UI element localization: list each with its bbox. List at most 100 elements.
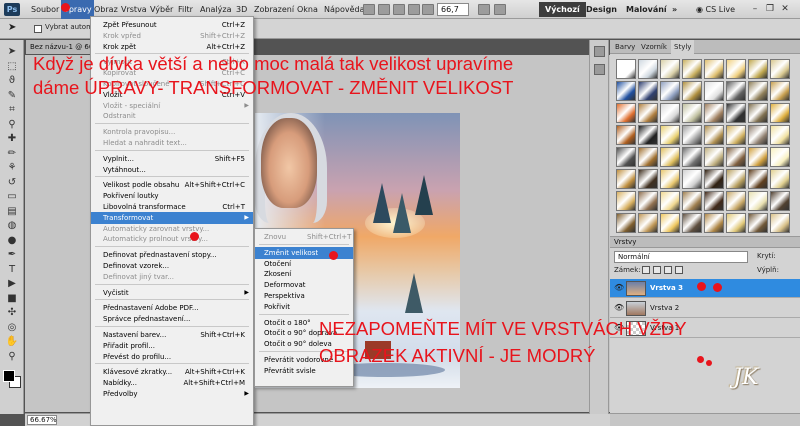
style-swatch[interactable] xyxy=(638,103,658,123)
style-swatch[interactable] xyxy=(704,147,724,167)
style-swatch[interactable] xyxy=(748,147,768,167)
style-swatch[interactable] xyxy=(660,191,680,211)
hand-icon[interactable] xyxy=(408,4,420,15)
style-swatch[interactable] xyxy=(638,125,658,145)
3d-rotate-icon[interactable]: ✣ xyxy=(5,307,19,319)
guides-icon[interactable] xyxy=(393,4,405,15)
style-swatch[interactable] xyxy=(726,169,746,189)
style-swatch[interactable] xyxy=(726,103,746,123)
style-swatch[interactable] xyxy=(726,213,746,233)
style-swatch[interactable] xyxy=(682,125,702,145)
move-tool-icon[interactable]: ➤ xyxy=(8,22,20,34)
style-swatch[interactable] xyxy=(682,81,702,101)
style-swatch[interactable] xyxy=(748,213,768,233)
visibility-eye-icon[interactable]: 👁 xyxy=(614,284,624,292)
layer-thumbnail[interactable] xyxy=(626,281,646,296)
style-swatch[interactable] xyxy=(616,169,636,189)
path-select-icon[interactable]: ▶ xyxy=(5,278,19,290)
style-swatch[interactable] xyxy=(704,213,724,233)
arrange-documents-icon[interactable] xyxy=(478,4,490,15)
dodge-tool-icon[interactable]: ● xyxy=(5,235,19,247)
marquee-tool-icon[interactable]: ⬚ xyxy=(5,61,19,73)
eyedropper-icon[interactable]: ⚲ xyxy=(5,119,19,131)
healing-brush-icon[interactable]: ✚ xyxy=(5,133,19,145)
tab-styly[interactable]: Styly xyxy=(671,40,695,54)
style-swatch[interactable] xyxy=(616,147,636,167)
style-swatch[interactable] xyxy=(726,125,746,145)
style-swatch[interactable] xyxy=(704,81,724,101)
style-swatch[interactable] xyxy=(726,59,746,79)
style-swatch[interactable] xyxy=(770,103,790,123)
style-swatch[interactable] xyxy=(704,169,724,189)
visibility-eye-icon[interactable]: 👁 xyxy=(614,304,624,312)
panel-icon[interactable] xyxy=(594,64,605,75)
style-swatch[interactable] xyxy=(770,169,790,189)
workspace-malovani[interactable]: Malování xyxy=(626,2,667,17)
style-swatch[interactable] xyxy=(682,103,702,123)
style-swatch[interactable] xyxy=(770,125,790,145)
layer-row[interactable]: 👁 Vrstva 2 xyxy=(610,299,800,318)
zoom-tool-icon[interactable]: ⚲ xyxy=(5,351,19,363)
eraser-tool-icon[interactable]: ▭ xyxy=(5,191,19,203)
style-swatch[interactable] xyxy=(660,147,680,167)
style-swatch[interactable] xyxy=(748,169,768,189)
clone-stamp-icon[interactable]: ⚘ xyxy=(5,162,19,174)
style-swatch[interactable] xyxy=(770,59,790,79)
menu-item[interactable]: Pokřivit xyxy=(255,301,353,313)
menu-10[interactable]: Nápověda xyxy=(324,0,365,19)
menu-9[interactable]: Okna xyxy=(297,0,318,19)
style-swatch[interactable] xyxy=(638,213,658,233)
style-swatch[interactable] xyxy=(682,191,702,211)
style-swatch[interactable] xyxy=(770,213,790,233)
menu-0[interactable]: Soubor xyxy=(31,0,59,19)
menu-item[interactable]: Předvolby ▶ xyxy=(91,388,253,400)
menu-8[interactable]: Zobrazení xyxy=(254,0,294,19)
layer-thumbnail[interactable] xyxy=(626,301,646,316)
style-swatch[interactable] xyxy=(704,59,724,79)
menu-item[interactable]: Krok zpět Alt+Ctrl+Z xyxy=(91,41,253,53)
restore-icon[interactable]: ❐ xyxy=(765,4,775,14)
style-swatch[interactable] xyxy=(660,81,680,101)
blur-tool-icon[interactable]: ◍ xyxy=(5,220,19,232)
history-brush-icon[interactable]: ↺ xyxy=(5,177,19,189)
pen-tool-icon[interactable]: ✒ xyxy=(5,249,19,261)
style-swatch[interactable] xyxy=(748,125,768,145)
style-swatch[interactable] xyxy=(660,213,680,233)
auto-select-checkbox[interactable] xyxy=(34,25,42,33)
minimize-icon[interactable]: – xyxy=(750,4,760,14)
quick-select-icon[interactable]: ✎ xyxy=(5,90,19,102)
style-swatch[interactable] xyxy=(638,169,658,189)
workspace-design[interactable]: Design xyxy=(586,2,617,17)
style-swatch[interactable] xyxy=(704,125,724,145)
minibridge-icon[interactable] xyxy=(378,4,390,15)
cs-live-button[interactable]: ◉ CS Live xyxy=(696,0,735,19)
style-swatch[interactable] xyxy=(726,81,746,101)
style-swatch[interactable] xyxy=(660,103,680,123)
document-tab[interactable]: Bez názvu-1 @ 66,7% xyxy=(26,40,92,54)
style-swatch[interactable] xyxy=(748,191,768,211)
style-swatch[interactable] xyxy=(682,169,702,189)
style-swatch[interactable] xyxy=(748,103,768,123)
style-swatch[interactable] xyxy=(616,213,636,233)
gradient-tool-icon[interactable]: ▤ xyxy=(5,206,19,218)
style-swatch[interactable] xyxy=(616,191,636,211)
bridge-icon[interactable] xyxy=(363,4,375,15)
style-swatch[interactable] xyxy=(638,147,658,167)
lasso-tool-icon[interactable]: ϑ xyxy=(5,75,19,87)
close-icon[interactable]: ✕ xyxy=(780,4,790,14)
menu-item[interactable]: Správce přednastavení... xyxy=(91,313,253,325)
style-swatch[interactable] xyxy=(638,81,658,101)
style-swatch[interactable] xyxy=(726,147,746,167)
style-swatch[interactable] xyxy=(660,125,680,145)
hand-tool-icon[interactable]: ✋ xyxy=(5,336,19,348)
workspace-vychozi[interactable]: Výchozí xyxy=(539,2,586,17)
style-swatch[interactable] xyxy=(770,191,790,211)
style-swatch[interactable] xyxy=(616,59,636,79)
style-swatch[interactable] xyxy=(726,191,746,211)
style-swatch[interactable] xyxy=(638,59,658,79)
3d-orbit-icon[interactable]: ◎ xyxy=(5,322,19,334)
lock-transparency-icon[interactable] xyxy=(642,266,650,274)
style-swatch[interactable] xyxy=(660,169,680,189)
brush-tool-icon[interactable]: ✏ xyxy=(5,148,19,160)
menu-item[interactable]: Vyčistit ▶ xyxy=(91,287,253,299)
